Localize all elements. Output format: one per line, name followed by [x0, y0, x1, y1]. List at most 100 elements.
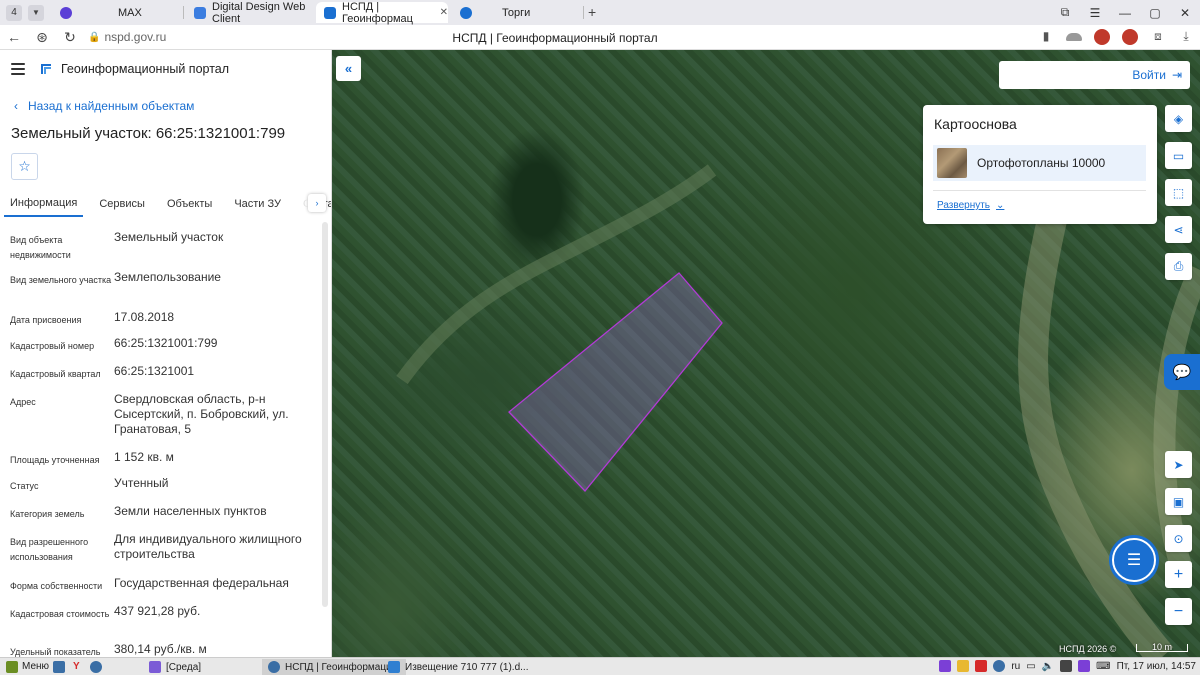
tab-information[interactable]: Информация	[4, 193, 84, 217]
property-row: Кадастровая стоимость 437 921,28 руб.	[10, 604, 315, 642]
ruler-icon: ▭	[1172, 148, 1185, 163]
task-label: Извещение 710 777 (1).d...	[405, 661, 529, 673]
share-button[interactable]: ⋖	[1165, 216, 1192, 243]
tab-digital-design[interactable]: Digital Design Web Client	[186, 1, 314, 25]
basemap-option[interactable]: Ортофотопланы 10000	[933, 145, 1146, 181]
browser-launcher-icon[interactable]	[89, 660, 102, 673]
property-value: 1 152 кв. м	[114, 450, 174, 464]
keyboard-layout[interactable]: ru	[1011, 661, 1020, 672]
extension-puzzle-icon[interactable]: ⧈	[1150, 29, 1166, 45]
map-copyright: НСПД 2026 ©	[1059, 644, 1117, 654]
map-view[interactable]: « Войти ⇥ Картооснова Ортофотопланы 1000…	[332, 50, 1200, 657]
extension-ladybug-icon[interactable]	[1094, 29, 1110, 45]
taskbar-task-document[interactable]: Извещение 710 777 (1).d...	[382, 659, 534, 675]
basemap-panel: Картооснова Ортофотопланы 10000 Разверну…	[923, 105, 1157, 224]
basemap-title: Картооснова	[934, 116, 1017, 132]
login-button[interactable]: Войти ⇥	[999, 61, 1190, 89]
property-row: Вид разрешенного использования Для индив…	[10, 532, 315, 576]
hamburger-menu-icon[interactable]	[11, 63, 25, 75]
printer-icon: ⎙	[1173, 259, 1184, 273]
new-tab-plus-icon[interactable]: +	[588, 4, 596, 20]
tab-torgi[interactable]: Торги	[452, 2, 582, 23]
close-window-icon[interactable]: ✕	[1170, 6, 1200, 20]
property-row: Кадастровый квартал 66:25:1321001	[10, 364, 315, 392]
tabs-scroll-right-icon[interactable]: ›	[308, 194, 326, 212]
property-label: Кадастровый номер	[10, 341, 95, 351]
show-desktop-icon[interactable]	[53, 660, 66, 673]
chat-fab-button[interactable]: ☰	[1112, 538, 1156, 582]
yandex-launcher-icon[interactable]: Y	[73, 661, 80, 672]
tab-title: MAX	[118, 6, 142, 19]
taskbar-task-sreda[interactable]: [Среда]	[143, 659, 207, 675]
collections-icon[interactable]: ⧉	[1050, 5, 1080, 20]
tray-app-icon[interactable]	[1078, 660, 1091, 672]
tab-objects[interactable]: Объекты	[167, 194, 212, 216]
minimap-button[interactable]: ▣	[1165, 488, 1192, 515]
property-label: Адрес	[10, 397, 36, 407]
tab-list-chevron-icon[interactable]: ▼	[28, 4, 44, 21]
tab-max[interactable]: MAX	[52, 2, 182, 23]
back-to-results-link[interactable]: ‹ Назад к найденным объектам	[14, 99, 194, 113]
tab-nspd[interactable]: НСПД | Геоинформац ✕	[316, 1, 448, 25]
parcel-outline[interactable]	[508, 272, 723, 492]
minimap-icon: ▣	[1172, 494, 1185, 509]
tray-app-icon[interactable]	[1060, 660, 1073, 672]
collapse-panel-button[interactable]: «	[336, 56, 361, 81]
minimize-icon[interactable]: —	[1110, 6, 1140, 20]
zoom-in-button[interactable]: +	[1165, 561, 1192, 588]
property-label: Дата присвоения	[10, 315, 82, 325]
login-arrow-icon: ⇥	[1171, 68, 1182, 82]
property-row: Форма собственности Государственная феде…	[10, 576, 315, 604]
panel-scrollbar[interactable]	[322, 222, 328, 607]
measure-tool-button[interactable]: ▭	[1165, 142, 1192, 169]
volume-icon[interactable]: 🔈	[1042, 661, 1054, 672]
favorite-star-button[interactable]: ☆	[11, 153, 38, 180]
property-label: Форма собственности	[10, 581, 103, 591]
tab-services[interactable]: Сервисы	[99, 194, 145, 216]
property-value: Для индивидуального жилищного строительс…	[114, 532, 302, 561]
start-menu-button[interactable]: Меню	[6, 660, 50, 673]
property-label: Кадастровая стоимость	[10, 609, 110, 619]
location-arrow-icon: ➤	[1173, 457, 1184, 472]
chevron-down-icon: ⌄	[996, 200, 1005, 211]
zoom-out-button[interactable]: −	[1165, 598, 1192, 625]
tab-count-badge[interactable]: 4	[6, 4, 22, 21]
property-value: Земли населенных пунктов	[114, 504, 267, 518]
property-value: Землепользование	[114, 270, 221, 284]
property-row: Площадь уточненная 1 152 кв. м	[10, 450, 315, 476]
tab-parts[interactable]: Части ЗУ	[234, 194, 281, 216]
clock[interactable]: Пт, 17 июл, 14:57	[1117, 661, 1196, 672]
address-bar: ← ⊛ ↻ 🔒 nspd.gov.ru НСПД | Геоинформацио…	[0, 25, 1200, 50]
download-icon[interactable]: ⤓	[1178, 29, 1194, 45]
bookmark-icon[interactable]: ▮	[1038, 29, 1054, 45]
tray-app-icon[interactable]	[957, 660, 970, 672]
geolocation-button[interactable]: ➤	[1165, 451, 1192, 478]
maximize-icon[interactable]: ▢	[1140, 6, 1170, 20]
compass-icon: ⊙	[1173, 531, 1184, 546]
bookmarks-icon[interactable]: ☰	[1080, 6, 1110, 20]
object-info-panel: Геоинформационный портал ‹ Назад к найде…	[0, 50, 332, 657]
property-row: Адрес Свердловская область, р-н Сысертск…	[10, 392, 315, 450]
select-tool-button[interactable]: ⬚	[1165, 179, 1192, 206]
layers-tool-button[interactable]: ◈	[1165, 105, 1192, 132]
extension-icon[interactable]	[1066, 33, 1082, 41]
property-label: Удельный показатель	[10, 647, 101, 657]
monitor-icon[interactable]: ▭	[1026, 661, 1035, 672]
close-tab-icon[interactable]: ✕	[440, 7, 448, 18]
tray-app-icon[interactable]	[975, 660, 988, 672]
browser-tab-strip: 4 ▼ MAX Digital Design Web Client НСПД |…	[0, 0, 1200, 25]
chat-bubble-icon: 💬	[1172, 364, 1192, 381]
print-button[interactable]: ⎙	[1165, 253, 1192, 280]
menu-label: Меню	[22, 661, 50, 672]
tray-app-icon[interactable]	[993, 660, 1006, 672]
expand-basemap-link[interactable]: Развернуть ⌄	[937, 200, 1004, 211]
tray-app-icon[interactable]	[939, 660, 952, 672]
extension-ladybug-icon[interactable]	[1122, 29, 1138, 45]
property-value: 66:25:1321001:799	[114, 336, 218, 350]
network-icon[interactable]: ⌨	[1096, 661, 1110, 672]
compass-button[interactable]: ⊙	[1165, 525, 1192, 552]
property-label: Кадастровый квартал	[10, 369, 101, 379]
plus-icon: +	[1173, 565, 1184, 583]
tab-title: Торги	[502, 6, 531, 19]
support-chat-tab[interactable]: 💬	[1164, 354, 1200, 390]
